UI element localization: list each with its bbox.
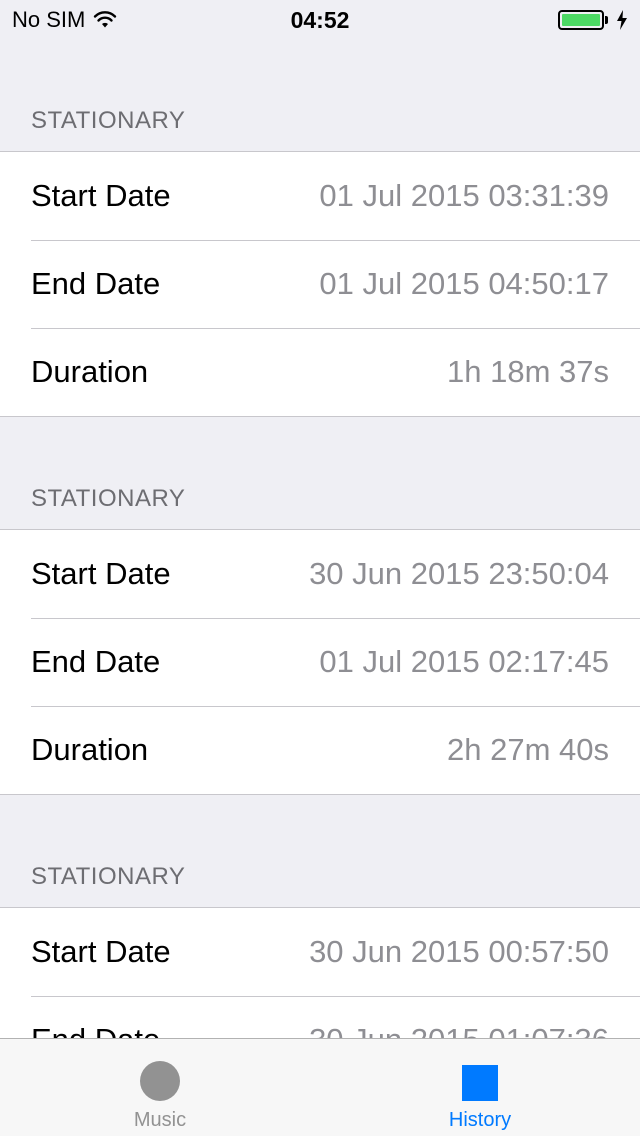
row-label: Start Date: [31, 934, 171, 969]
battery-icon: [558, 10, 608, 30]
row-value: 01 Jul 2015 03:31:39: [319, 178, 609, 213]
row-label: Start Date: [31, 178, 171, 213]
circle-icon: [140, 1061, 180, 1101]
row-value: 1h 18m 37s: [447, 354, 609, 389]
tab-music[interactable]: Music: [0, 1039, 320, 1136]
table-row[interactable]: End Date 01 Jul 2015 02:17:45: [0, 618, 640, 706]
row-value: 30 Jun 2015 23:50:04: [309, 556, 609, 591]
battery-fill: [562, 14, 600, 26]
history-list[interactable]: STATIONARY Start Date 01 Jul 2015 03:31:…: [0, 40, 640, 1038]
status-right: [428, 10, 628, 30]
tab-bar: Music History: [0, 1038, 640, 1136]
row-value: 01 Jul 2015 02:17:45: [319, 644, 609, 679]
tab-history[interactable]: History: [320, 1039, 640, 1136]
square-icon: [462, 1065, 498, 1101]
table-row[interactable]: Start Date 01 Jul 2015 03:31:39: [0, 152, 640, 240]
status-bar: No SIM 04:52: [0, 0, 640, 40]
row-label: End Date: [31, 644, 161, 679]
table-row[interactable]: End Date 30 Jun 2015 01:07:36: [0, 996, 640, 1038]
table-row[interactable]: Duration 1h 18m 37s: [0, 328, 640, 416]
row-label: End Date: [31, 1022, 160, 1038]
row-value: 01 Jul 2015 04:50:17: [319, 266, 609, 301]
row-value: 2h 27m 40s: [447, 732, 609, 767]
tab-label: History: [448, 1109, 512, 1131]
section-header: STATIONARY: [31, 485, 186, 512]
charging-bolt-icon: [617, 10, 627, 30]
section-header: STATIONARY: [31, 863, 186, 890]
section-group: Start Date 30 Jun 2015 00:57:50 End Date…: [0, 907, 640, 1038]
table-row[interactable]: End Date 01 Jul 2015 04:50:17: [0, 240, 640, 328]
section-group: Start Date 30 Jun 2015 23:50:04 End Date…: [0, 529, 640, 795]
section-group: Start Date 01 Jul 2015 03:31:39 End Date…: [0, 151, 640, 417]
row-label: Start Date: [31, 556, 171, 591]
status-left: No SIM: [12, 7, 212, 33]
section-header: STATIONARY: [31, 107, 186, 134]
table-row[interactable]: Start Date 30 Jun 2015 23:50:04: [0, 530, 640, 618]
row-label: End Date: [31, 266, 161, 301]
battery-tip: [605, 16, 608, 24]
table-row[interactable]: Duration 2h 27m 40s: [0, 706, 640, 794]
row-value: 30 Jun 2015 01:07:36: [309, 1022, 609, 1038]
battery-body: [558, 10, 604, 30]
tab-label: Music: [133, 1109, 187, 1131]
carrier-label: No SIM: [12, 7, 86, 32]
table-row[interactable]: Start Date 30 Jun 2015 00:57:50: [0, 908, 640, 996]
row-value: 30 Jun 2015 00:57:50: [309, 934, 609, 969]
row-label: Duration: [31, 354, 149, 389]
row-label: Duration: [31, 732, 149, 767]
screen: No SIM 04:52 STATIONARY Start Date 01 Ju…: [0, 0, 640, 1136]
wifi-icon: [94, 11, 117, 28]
